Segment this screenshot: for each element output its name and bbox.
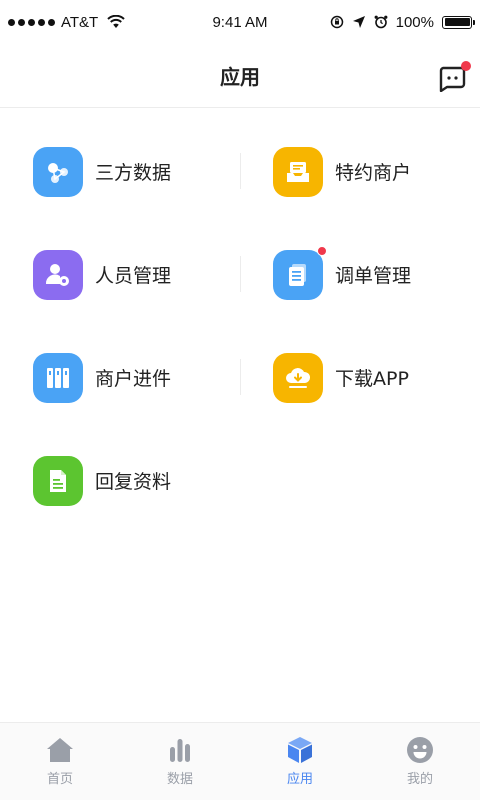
inbox-merchant-icon <box>273 146 323 197</box>
app-grid: 三方数据 特约商户 人员管理 调单管理 商户进件 下载APP 回复资料 <box>0 120 480 532</box>
app-item-download-app[interactable]: 下载APP <box>240 326 480 429</box>
battery-icon <box>442 15 475 29</box>
battery-percent: 100% <box>395 13 434 31</box>
alarm-icon <box>374 15 388 29</box>
tab-data[interactable]: 数据 <box>120 723 240 800</box>
cube-icon <box>288 737 312 763</box>
user-settings-icon <box>33 249 83 300</box>
tab-apps[interactable]: 应用 <box>240 723 360 800</box>
home-icon <box>47 738 73 762</box>
notification-badge <box>461 61 471 71</box>
tab-mine[interactable]: 我的 <box>360 723 480 800</box>
app-item-order-management[interactable]: 调单管理 <box>240 223 480 326</box>
carrier-name: AT&T <box>61 13 99 31</box>
tab-label: 首页 <box>46 772 73 787</box>
message-button[interactable] <box>438 61 471 93</box>
page-title: 应用 <box>220 65 260 89</box>
wifi-icon <box>107 15 125 28</box>
app-label: 人员管理 <box>95 265 172 287</box>
app-label: 下载APP <box>335 368 409 390</box>
app-item-special-merchant[interactable]: 特约商户 <box>240 120 480 223</box>
app-row: 人员管理 调单管理 <box>0 223 480 326</box>
bar-chart-icon <box>170 739 190 762</box>
app-row: 三方数据 特约商户 <box>0 120 480 223</box>
app-item-staff-management[interactable]: 人员管理 <box>0 223 240 326</box>
tab-home[interactable]: 首页 <box>0 723 120 800</box>
app-row: 商户进件 下载APP <box>0 326 480 429</box>
app-label: 特约商户 <box>335 162 412 184</box>
app-item-third-party-data[interactable]: 三方数据 <box>0 120 240 223</box>
app-item-merchant-onboarding[interactable]: 商户进件 <box>0 326 240 429</box>
tab-label: 应用 <box>286 772 313 787</box>
file-icon <box>33 455 83 506</box>
app-label: 三方数据 <box>95 162 172 184</box>
share-data-icon <box>33 146 83 197</box>
app-label: 回复资料 <box>95 471 172 493</box>
app-row: 回复资料 <box>0 429 480 532</box>
chat-bubble-icon <box>439 66 466 93</box>
status-bar: AT&T 9:41 AM 100% <box>0 0 480 44</box>
nav-header: 应用 <box>0 44 480 108</box>
document-icon <box>273 245 327 300</box>
signal-strength-icon <box>8 18 55 26</box>
app-label: 调单管理 <box>335 265 412 287</box>
app-label: 商户进件 <box>95 368 172 390</box>
tab-label: 数据 <box>166 772 193 787</box>
rotation-lock-icon <box>330 15 343 29</box>
tab-bar: 首页 数据 应用 我的 <box>0 722 480 800</box>
binders-icon <box>33 352 83 403</box>
cloud-download-icon <box>273 352 323 403</box>
app-item-reply-materials[interactable]: 回复资料 <box>0 429 240 532</box>
smiley-icon <box>407 737 433 763</box>
tab-label: 我的 <box>406 772 433 787</box>
app-badge <box>317 245 327 256</box>
location-arrow-icon <box>352 16 365 28</box>
